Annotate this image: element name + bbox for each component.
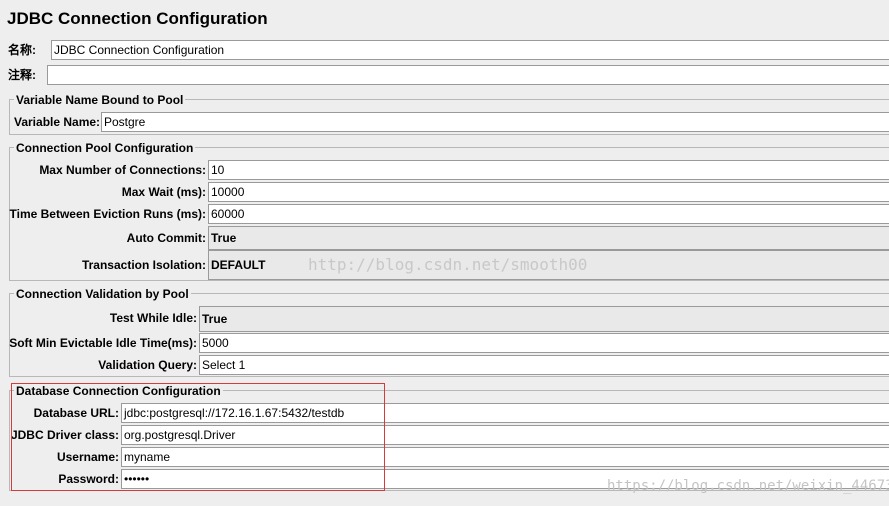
page-title: JDBC Connection Configuration (7, 9, 268, 28)
connection-pool-legend: Connection Pool Configuration (14, 141, 196, 155)
validation-query-label: Validation Query: (98, 358, 197, 372)
validation-legend: Connection Validation by Pool (14, 287, 191, 301)
variable-pool-legend: Variable Name Bound to Pool (14, 93, 186, 107)
max-wait-label: Max Wait (ms): (121, 185, 206, 199)
eviction-runs-field[interactable]: 60000 (208, 204, 889, 224)
variable-name-field[interactable]: Postgre (101, 112, 889, 132)
variable-name-label: Variable Name: (14, 115, 101, 129)
soft-min-idle-label: Soft Min Evictable Idle Time(ms): (9, 336, 197, 350)
max-connections-label: Max Number of Connections: (39, 163, 206, 177)
watermark-csdn: https://blog.csdn.net/weixin_44673895 (607, 478, 889, 494)
comment-label: 注释: (8, 68, 36, 82)
validation-query-field[interactable]: Select 1 (199, 355, 889, 375)
soft-min-idle-field[interactable]: 5000 (199, 333, 889, 353)
highlight-box (11, 383, 385, 491)
test-while-idle-label: Test While Idle: (109, 311, 197, 325)
comment-field[interactable] (47, 65, 889, 85)
max-wait-field[interactable]: 10000 (208, 182, 889, 202)
auto-commit-label: Auto Commit: (126, 231, 206, 245)
max-connections-field[interactable]: 10 (208, 160, 889, 180)
watermark-blog: http://blog.csdn.net/smooth00 (308, 255, 588, 274)
eviction-runs-label: Time Between Eviction Runs (ms): (9, 207, 206, 221)
name-label: 名称: (8, 43, 36, 57)
auto-commit-select[interactable]: True (208, 226, 889, 250)
name-field[interactable]: JDBC Connection Configuration (51, 40, 889, 60)
transaction-isolation-label: Transaction Isolation: (81, 258, 206, 272)
test-while-idle-select[interactable]: True (199, 306, 889, 332)
